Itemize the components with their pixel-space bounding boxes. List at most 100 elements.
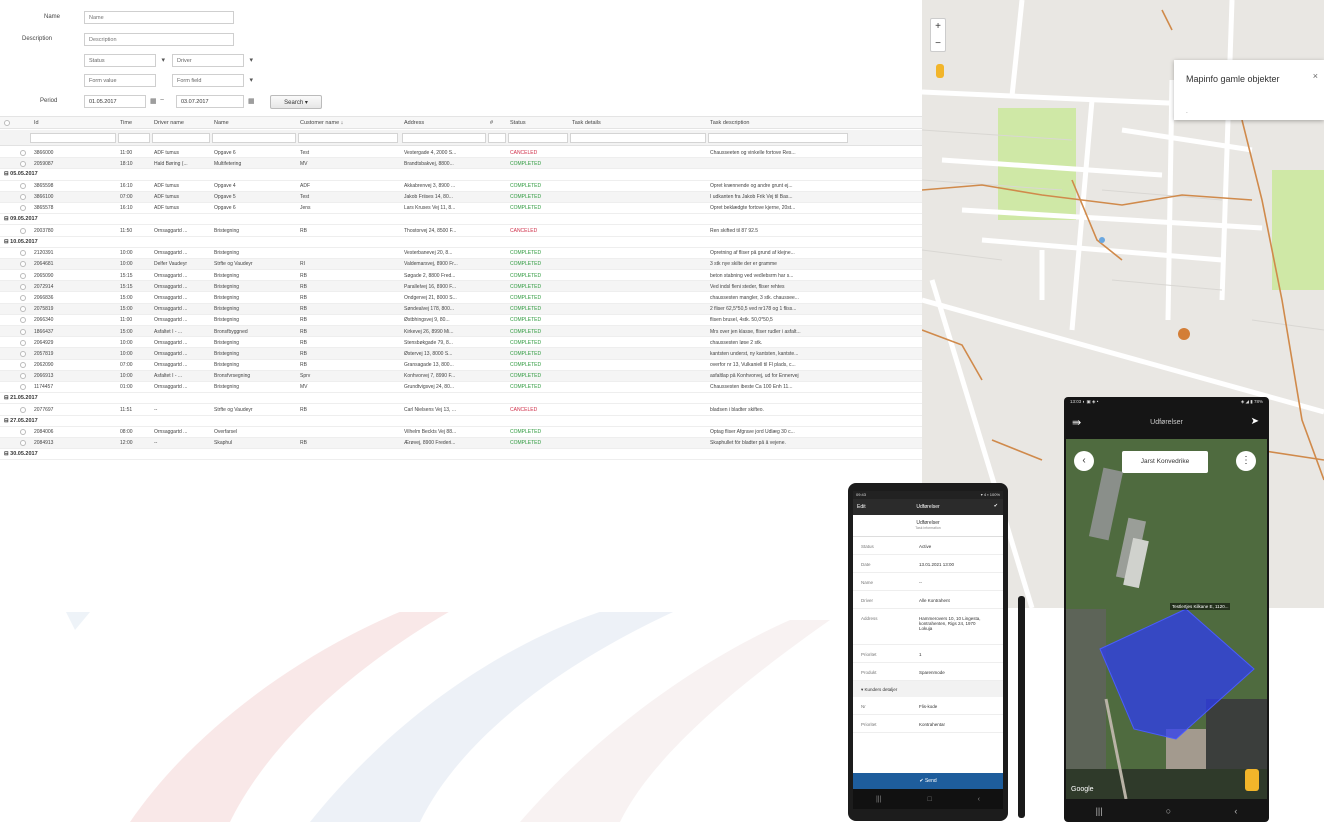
table-row[interactable]: 3866000 11:00 ADF tumus Opgave 6 Test Vesterg…	[0, 147, 922, 159]
form-field-row[interactable]: Nr Flis-kode	[853, 697, 1003, 715]
table-row[interactable]: 2064681 10:00 Delfer Vaudeyr Strfte og Vaud…	[0, 258, 922, 271]
table-row[interactable]: 2066340 11:00 Ornsaggartd ... Bristegning RB…	[0, 315, 922, 326]
filter-task-details[interactable]	[570, 133, 706, 143]
table-row[interactable]: 2084913 12:00 -- Skaphul RB Ærøvej, 8900 Fred…	[0, 437, 922, 450]
row-checkbox[interactable]	[20, 250, 26, 257]
table-group-row[interactable]: ⊟ 10.05.2017	[0, 236, 922, 248]
form-field-row[interactable]: Prioritet 1	[853, 645, 1003, 663]
row-checkbox[interactable]	[20, 317, 26, 324]
section-header-customer-details[interactable]: ▾ Kunders detaljer	[853, 681, 1003, 697]
row-checkbox[interactable]	[20, 373, 26, 380]
row-checkbox[interactable]	[20, 294, 26, 301]
search-button[interactable]: Search ▾	[270, 95, 322, 109]
status-select[interactable]: Status ▾	[84, 54, 165, 67]
close-icon[interactable]: ×	[1313, 71, 1318, 81]
filter-time[interactable]	[118, 133, 150, 143]
form-field-row[interactable]: Driver Alle Kontrahent	[853, 591, 1003, 609]
column-header-task-details[interactable]: Task details	[572, 120, 601, 126]
filter-status[interactable]	[508, 133, 568, 143]
table-row[interactable]: 2065090 15:15 Ornsaggartd ... Bristegning RB…	[0, 270, 922, 282]
date-from-input[interactable]: 01.05.2017	[84, 95, 146, 108]
recent-apps-icon[interactable]: |||	[1096, 806, 1103, 816]
row-checkbox[interactable]	[20, 227, 26, 234]
location-chip[interactable]: Jarst Konvedrike	[1122, 451, 1208, 473]
home-icon[interactable]: ○	[1166, 806, 1171, 816]
row-checkbox[interactable]	[20, 160, 26, 167]
table-row[interactable]: 3865578 16:10 ADF tumus Opgave 6 Jens Lars Kr…	[0, 203, 922, 215]
row-checkbox[interactable]	[20, 205, 26, 212]
table-group-row[interactable]: ⊟ 27.05.2017	[0, 415, 922, 427]
select-all-checkbox[interactable]	[4, 120, 10, 126]
check-icon[interactable]: ✔	[994, 503, 998, 509]
row-checkbox[interactable]	[20, 406, 26, 413]
row-checkbox[interactable]	[20, 194, 26, 201]
row-checkbox[interactable]	[20, 328, 26, 335]
table-row[interactable]: 2066913 10:00 Asfaltet I - ... Bronsfvrsegn…	[0, 370, 922, 382]
table-row[interactable]: 2057819 10:00 Ornsaggartd ... Bristegning RB…	[0, 348, 922, 360]
filter-driver[interactable]	[152, 133, 210, 143]
form-field-row[interactable]: Address Hammerovers 10, 10 Lingesta, kont…	[853, 609, 1003, 645]
filter-customer[interactable]	[298, 133, 398, 143]
driver-select[interactable]: Driver ▾	[172, 54, 253, 67]
column-header-address[interactable]: Address	[404, 120, 424, 126]
table-row[interactable]: 2062090 07:00 Ornsaggartd ... Bristegning RB…	[0, 360, 922, 371]
filter-address[interactable]	[402, 133, 486, 143]
row-checkbox[interactable]	[20, 350, 26, 357]
satellite-map[interactable]: ‹ Jarst Konvedrike ⋮ Testlertjes Kilkane…	[1066, 439, 1267, 799]
form-field-row[interactable]: Status Active	[853, 537, 1003, 555]
column-header-customer[interactable]: Customer name ↓	[300, 120, 343, 126]
calendar-icon[interactable]: ▦	[150, 97, 157, 105]
column-header-id[interactable]: Id	[34, 120, 39, 126]
date-to-input[interactable]: 03.07.2017	[176, 95, 244, 108]
form-field-row[interactable]: Produkt Sparenmode	[853, 663, 1003, 681]
filter-name[interactable]	[212, 133, 296, 143]
form-value-input[interactable]: Form value	[84, 74, 156, 87]
back-icon[interactable]: ‹	[1234, 806, 1237, 816]
table-row[interactable]: 2120391 10:00 Ornsaggartd ... Bristegning Ve…	[0, 248, 922, 259]
table-row[interactable]: 3866100 07:00 ADF tumus Opgave 5 Test Jakob F…	[0, 191, 922, 203]
filter-id[interactable]	[30, 133, 116, 143]
description-input[interactable]	[84, 33, 234, 46]
zoom-in-button[interactable]: +	[931, 19, 945, 36]
row-checkbox[interactable]	[20, 183, 26, 190]
column-header-time[interactable]: Time	[120, 120, 132, 126]
column-header-driver[interactable]: Driver name	[154, 120, 184, 126]
home-icon[interactable]: □	[927, 796, 931, 803]
table-row[interactable]: 2072914 15:15 Ornsaggartd ... Bristegning RB…	[0, 281, 922, 293]
row-checkbox[interactable]	[20, 272, 26, 279]
send-button[interactable]: ✔ Send	[853, 773, 1003, 789]
form-field-row[interactable]: Name --	[853, 573, 1003, 591]
table-row[interactable]: 2003780 11:50 Ornsaggartd ... Bristegning RB…	[0, 225, 922, 237]
row-checkbox[interactable]	[20, 306, 26, 313]
navigate-icon[interactable]: ➤	[1251, 416, 1259, 427]
row-checkbox[interactable]	[20, 339, 26, 346]
filter-number[interactable]	[488, 133, 506, 143]
table-row[interactable]: 2077697 11:51 -- Strfte og Vaudeyr RB Carl Ni…	[0, 404, 922, 416]
column-header-name[interactable]: Name	[214, 120, 229, 126]
zoom-out-button[interactable]: −	[931, 36, 945, 53]
table-row[interactable]: 1866437 15:00 Asfaltet I - ... Bronsfbyggne…	[0, 326, 922, 338]
column-header-task-description[interactable]: Task description	[710, 120, 749, 126]
more-options-icon[interactable]: ⋮	[1236, 451, 1256, 471]
table-row[interactable]: 2066836 15:00 Ornsaggartd ... Bristegning RB…	[0, 292, 922, 304]
row-checkbox[interactable]	[20, 149, 26, 156]
filter-task-description[interactable]	[708, 133, 848, 143]
table-group-row[interactable]: ⊟ 05.05.2017	[0, 169, 922, 181]
table-group-row[interactable]: ⊟ 09.05.2017	[0, 214, 922, 226]
column-header-number[interactable]: #	[490, 120, 493, 126]
form-field-row[interactable]: Date 13.01.2021 13:00	[853, 555, 1003, 573]
back-icon[interactable]: ‹	[978, 796, 980, 803]
table-row[interactable]: 1174457 01:00 Ornsaggartd ... Bristegning MV…	[0, 382, 922, 394]
street-view-pegman-icon[interactable]	[936, 64, 944, 78]
row-checkbox[interactable]	[20, 261, 26, 268]
row-checkbox[interactable]	[20, 362, 26, 369]
table-row[interactable]: 3865598 16:10 ADF tumus Opgave 4 ADF Akkabren…	[0, 181, 922, 192]
table-group-row[interactable]: ⊟ 21.05.2017	[0, 393, 922, 405]
table-row[interactable]: 2075819 15:00 Ornsaggartd ... Bristegning RB…	[0, 303, 922, 315]
table-row[interactable]: 2084006 08:00 Ornsaggartd ... Overfarsel Vil…	[0, 427, 922, 438]
street-view-pegman-icon[interactable]	[1245, 769, 1259, 791]
row-checkbox[interactable]	[20, 384, 26, 391]
row-checkbox[interactable]	[20, 440, 26, 447]
back-button[interactable]: ‹	[1074, 451, 1094, 471]
table-row[interactable]: 2059087 18:10 Hald Børing (... Multifeterin…	[0, 158, 922, 170]
